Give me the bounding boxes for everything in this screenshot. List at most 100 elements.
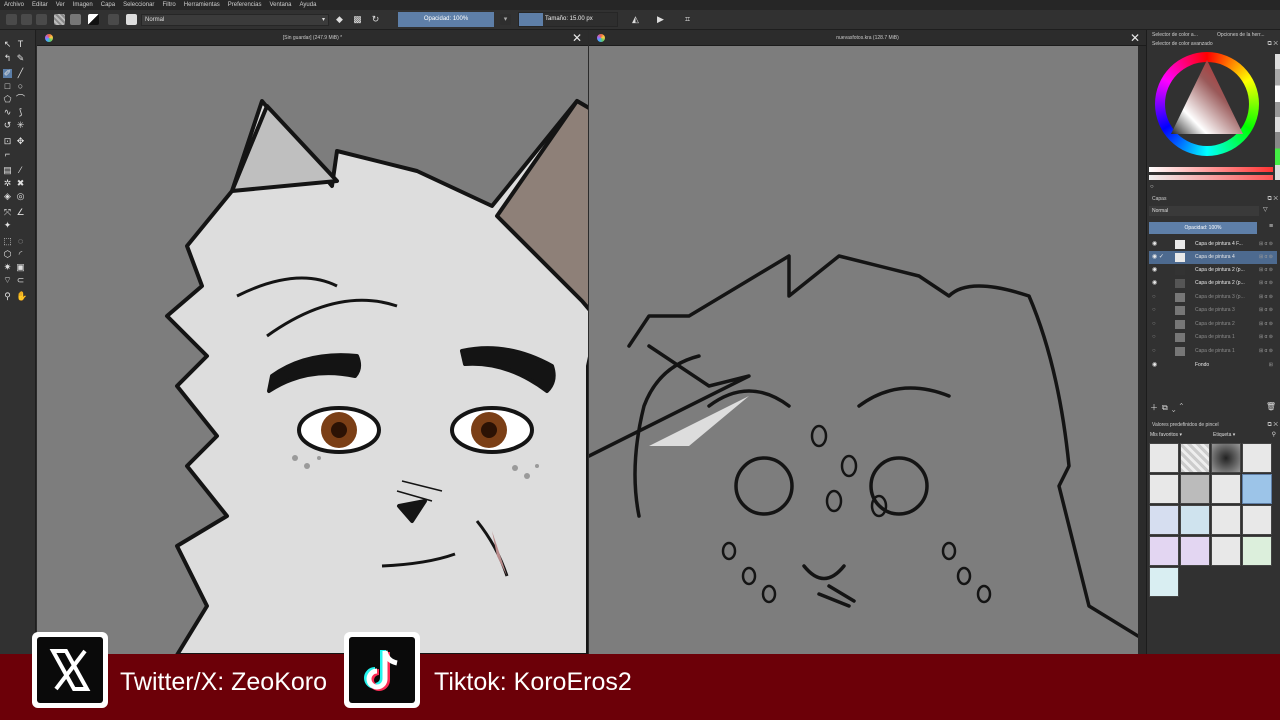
brush-preset[interactable]	[1242, 505, 1272, 535]
brush-filter-select[interactable]: Mis favoritos ▾	[1150, 432, 1182, 438]
layer-row[interactable]: ◉ Capa de pintura 2 (p... ⊞ α ⊚	[1149, 264, 1277, 277]
edit-shapes-icon[interactable]: ↰	[3, 54, 12, 63]
gradient-tool-icon[interactable]: ▤	[3, 166, 12, 175]
gradient-icon[interactable]	[54, 14, 65, 25]
delete-layer-icon[interactable]: 🗑	[1266, 402, 1276, 411]
eye-hidden-icon[interactable]: ○	[1152, 304, 1156, 317]
menu-preferencias[interactable]: Preferencias	[228, 0, 262, 10]
refresh-color-icon[interactable]: ○	[1150, 184, 1154, 190]
menu-capa[interactable]: Capa	[101, 0, 115, 10]
docker-float-close-icon[interactable]: ⧉ ✕	[1267, 194, 1278, 204]
brush-preset[interactable]	[1242, 536, 1272, 566]
alpha-lock-icon[interactable]: ▩	[352, 14, 363, 25]
layer-row[interactable]: ○ Capa de pintura 1 ⊞ α ⊚	[1149, 331, 1277, 344]
brush-preset[interactable]	[1211, 536, 1241, 566]
polygon-select-icon[interactable]: ⬡	[3, 250, 12, 259]
layer-lock-icon[interactable]: ⊞ α ⊚	[1259, 251, 1273, 264]
eye-hidden-icon[interactable]: ○	[1152, 318, 1156, 331]
bezier-tool-icon[interactable]: ∿	[3, 108, 12, 117]
bezier-select-icon[interactable]: ⌔	[3, 276, 12, 285]
opacity-dropdown-icon[interactable]: ▾	[500, 14, 511, 25]
docker-float-close-icon[interactable]: ⧉ ✕	[1267, 39, 1278, 49]
menu-imagen[interactable]: Imagen	[73, 0, 93, 10]
add-layer-icon[interactable]: ＋	[1150, 403, 1162, 412]
select-shapes-icon[interactable]: ↖	[3, 40, 12, 49]
calligraphy-icon[interactable]: ✎	[16, 54, 25, 63]
new-document-icon[interactable]	[6, 14, 17, 25]
color-slider-2[interactable]	[1149, 175, 1273, 180]
pan-tool-icon[interactable]: ✋	[16, 292, 27, 301]
canvas-right[interactable]	[589, 46, 1138, 655]
layer-actions[interactable]: ＋⧉⌄⌃	[1150, 402, 1187, 413]
layer-row[interactable]: ○ Capa de pintura 3 ⊞ α ⊚	[1149, 304, 1277, 317]
filter-icon[interactable]: ▽	[1263, 206, 1268, 213]
rectangle-tool-icon[interactable]: □	[3, 82, 12, 91]
pattern-icon[interactable]	[70, 14, 81, 25]
menu-filtro[interactable]: Filtro	[162, 0, 175, 10]
eye-icon[interactable]: ◉ ✓	[1152, 251, 1164, 264]
brush-preset-icon[interactable]	[126, 14, 137, 25]
text-tool-icon[interactable]: T	[16, 40, 25, 49]
brush-preset[interactable]	[1180, 505, 1210, 535]
brush-preset[interactable]	[1211, 474, 1241, 504]
brush-preset[interactable]	[1149, 536, 1179, 566]
brush-preset[interactable]	[1211, 505, 1241, 535]
opacity-slider[interactable]: Opacidad: 100%	[398, 12, 494, 27]
brush-preset-selected[interactable]	[1242, 474, 1272, 504]
open-document-icon[interactable]	[21, 14, 32, 25]
measure-tool-icon[interactable]: ∠	[16, 208, 25, 217]
brush-preset[interactable]	[1149, 474, 1179, 504]
layer-lock-icon[interactable]: ⊞ α ⊚	[1259, 318, 1273, 331]
mirror-horizontal-icon[interactable]: ◭	[630, 14, 641, 25]
brush-preset[interactable]	[1180, 443, 1210, 473]
tab-unsaved[interactable]: [Sin guardar] (247.9 MiB) * ✕	[37, 30, 588, 46]
menu-editar[interactable]: Editar	[32, 0, 48, 10]
menu-ventana[interactable]: Ventana	[269, 0, 291, 10]
move-down-icon[interactable]: ⌄	[1172, 403, 1180, 412]
dynamic-brush-icon[interactable]: ↺	[3, 121, 12, 130]
eye-hidden-icon[interactable]: ○	[1152, 331, 1156, 344]
polyline-tool-icon[interactable]: ⌒	[16, 95, 25, 104]
brush-preset[interactable]	[1180, 536, 1210, 566]
crop-tool-icon[interactable]: ⌐	[3, 150, 12, 159]
eye-icon[interactable]: ◉	[1152, 238, 1157, 251]
eye-icon[interactable]: ◉	[1152, 277, 1157, 290]
close-icon[interactable]: ✕	[572, 30, 582, 46]
search-icon[interactable]: ⚲	[1272, 431, 1276, 438]
layer-lock-icon[interactable]: ⊞ α ⊚	[1259, 238, 1273, 251]
transform-tool-icon[interactable]: ⊡	[3, 137, 12, 146]
tab-nuevasfotos[interactable]: nuevasfotos.kra (128.7 MiB) ✕	[589, 30, 1146, 46]
layer-row[interactable]: ○ Capa de pintura 3 (p... ⊞ α ⊚	[1149, 291, 1277, 304]
brush-preset[interactable]	[1242, 443, 1272, 473]
layer-row[interactable]: ◉ Capa de pintura 2 (p... ⊞ α ⊚	[1149, 277, 1277, 290]
layer-row[interactable]: ◉ ✓ Capa de pintura 4 ⊞ α ⊚	[1149, 251, 1277, 264]
layer-opacity-slider[interactable]: Opacidad: 100%	[1149, 222, 1257, 234]
blend-mode-select[interactable]: Normal ▾	[141, 14, 329, 26]
contiguous-select-icon[interactable]: ✷	[3, 263, 12, 272]
eye-hidden-icon[interactable]: ○	[1152, 345, 1156, 358]
brush-preset[interactable]	[1149, 443, 1179, 473]
menu-archivo[interactable]: Archivo	[4, 0, 24, 10]
freehand-brush-icon[interactable]: ✐	[3, 69, 12, 78]
line-tool-icon[interactable]: ╱	[16, 69, 25, 78]
brush-settings-icon[interactable]	[108, 14, 119, 25]
colorize-mask-icon[interactable]: ✲	[3, 179, 12, 188]
eraser-icon[interactable]: ◆	[334, 14, 345, 25]
brush-tag-select[interactable]: Etiqueta ▾	[1213, 432, 1235, 438]
magnetic-select-icon[interactable]: ⊂	[16, 276, 25, 285]
color-slider-1[interactable]	[1149, 167, 1273, 172]
move-up-icon[interactable]: ⌃	[1180, 403, 1188, 412]
close-icon[interactable]: ✕	[1130, 30, 1140, 46]
zoom-tool-icon[interactable]: ⚲	[3, 292, 12, 301]
layer-row[interactable]: ◉ Capa de pintura 4 F... ⊞ α ⊚	[1149, 238, 1277, 251]
menu-herramientas[interactable]: Herramientas	[184, 0, 220, 10]
layer-lock-icon[interactable]: ⊞ α ⊚	[1259, 331, 1273, 344]
layer-lock-icon[interactable]: ⊞ α ⊚	[1259, 304, 1273, 317]
size-slider[interactable]: Tamaño: 15.00 px	[518, 12, 618, 27]
enclose-fill-icon[interactable]: ◎	[16, 192, 25, 201]
reference-tool-icon[interactable]: ✦	[3, 221, 12, 230]
color-wheel[interactable]	[1155, 52, 1259, 156]
layer-lock-icon[interactable]: ⊞	[1269, 359, 1273, 372]
freehand-select-icon[interactable]: ◜	[16, 250, 25, 259]
layer-menu-icon[interactable]: ≡	[1269, 223, 1273, 230]
